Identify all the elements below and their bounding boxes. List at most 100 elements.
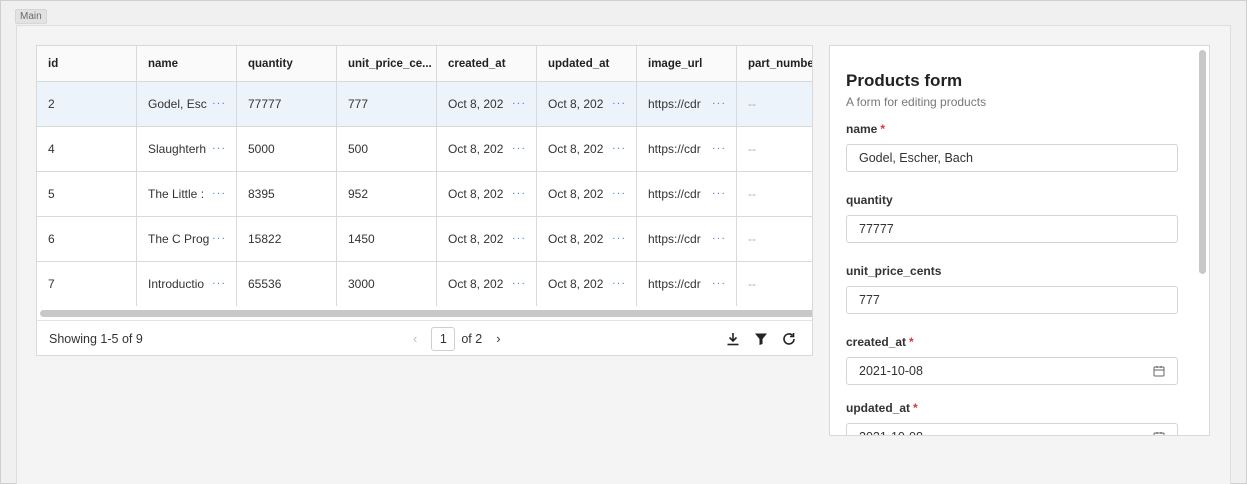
cell-name: The C Prog ··· bbox=[137, 217, 237, 262]
filter-icon[interactable] bbox=[753, 331, 769, 347]
cell-id: 2 bbox=[37, 82, 137, 127]
more-icon[interactable]: ··· bbox=[712, 142, 726, 154]
field-label-quantity: quantity bbox=[846, 193, 893, 207]
cell-text: -- bbox=[748, 232, 756, 246]
more-icon[interactable]: ··· bbox=[712, 187, 726, 199]
table-row[interactable]: 2 Godel, Esc ··· 77777 777 Oct 8, 202 ··· … bbox=[37, 82, 812, 127]
more-icon[interactable]: ··· bbox=[512, 97, 526, 109]
table-row[interactable]: 6 The C Prog ··· 15822 1450 Oct 8, 202 ···… bbox=[37, 217, 812, 262]
table-row[interactable]: 4 Slaughterh ··· 5000 500 Oct 8, 202 ··· O… bbox=[37, 127, 812, 172]
calendar-icon[interactable] bbox=[1153, 431, 1165, 436]
cell-text: 7 bbox=[48, 277, 55, 291]
updated-at-date-input[interactable]: 2021-10-08 bbox=[846, 423, 1178, 436]
cell-text: 77777 bbox=[248, 97, 282, 111]
more-icon[interactable]: ··· bbox=[612, 277, 626, 289]
cell-unit-price: 777 bbox=[337, 82, 437, 127]
table-row[interactable]: 7 Introductio ··· 65536 3000 Oct 8, 202 ··… bbox=[37, 262, 812, 306]
vertical-scrollbar[interactable] bbox=[1199, 50, 1206, 274]
cell-text: Oct 8, 202 bbox=[448, 142, 504, 156]
more-icon[interactable]: ··· bbox=[712, 97, 726, 109]
cell-text: The Little : bbox=[148, 187, 205, 201]
chevron-left-icon[interactable]: ‹ bbox=[413, 331, 417, 346]
cell-name: The Little : ··· bbox=[137, 172, 237, 217]
calendar-icon[interactable] bbox=[1153, 365, 1165, 377]
cell-text: 500 bbox=[348, 142, 369, 156]
quantity-input[interactable]: 77777 bbox=[846, 215, 1178, 243]
cell-text: https://cdr bbox=[648, 232, 701, 246]
more-icon[interactable]: ··· bbox=[212, 187, 226, 199]
cell-text: -- bbox=[748, 187, 756, 201]
chevron-right-icon[interactable]: › bbox=[496, 331, 500, 346]
cell-id: 6 bbox=[37, 217, 137, 262]
cell-text: Oct 8, 202 bbox=[448, 277, 504, 291]
cell-unit-price: 1450 bbox=[337, 217, 437, 262]
name-input[interactable]: Godel, Escher, Bach bbox=[846, 144, 1178, 172]
cell-image-url: https://cdr ··· bbox=[637, 172, 737, 217]
column-header-unit-price[interactable]: unit_price_ce... bbox=[337, 46, 437, 82]
cell-image-url: https://cdr ··· bbox=[637, 127, 737, 172]
horizontal-scrollbar[interactable] bbox=[40, 310, 812, 317]
cell-created-at: Oct 8, 202 ··· bbox=[437, 127, 537, 172]
cell-updated-at: Oct 8, 202 ··· bbox=[537, 82, 637, 127]
field-label-created-at: created_at * bbox=[846, 335, 914, 349]
cell-text: -- bbox=[748, 142, 756, 156]
cell-id: 4 bbox=[37, 127, 137, 172]
cell-created-at: Oct 8, 202 ··· bbox=[437, 82, 537, 127]
required-marker: * bbox=[880, 122, 886, 136]
cell-text: 5000 bbox=[248, 142, 275, 156]
cell-part-number: -- bbox=[737, 217, 812, 262]
cell-text: Oct 8, 202 bbox=[548, 232, 604, 246]
more-icon[interactable]: ··· bbox=[212, 97, 226, 109]
input-value: 777 bbox=[859, 293, 880, 307]
cell-text: 4 bbox=[48, 142, 55, 156]
input-value: Godel, Escher, Bach bbox=[859, 151, 973, 165]
created-at-date-input[interactable]: 2021-10-08 bbox=[846, 357, 1178, 385]
cell-text: Oct 8, 202 bbox=[448, 187, 504, 201]
more-icon[interactable]: ··· bbox=[712, 232, 726, 244]
cell-text: https://cdr bbox=[648, 142, 701, 156]
column-header-id[interactable]: id bbox=[37, 46, 137, 82]
label-text: name bbox=[846, 122, 878, 136]
unit-price-input[interactable]: 777 bbox=[846, 286, 1178, 314]
more-icon[interactable]: ··· bbox=[612, 187, 626, 199]
more-icon[interactable]: ··· bbox=[512, 187, 526, 199]
more-icon[interactable]: ··· bbox=[612, 232, 626, 244]
more-icon[interactable]: ··· bbox=[612, 142, 626, 154]
download-icon[interactable] bbox=[725, 331, 741, 347]
cell-quantity: 65536 bbox=[237, 262, 337, 306]
cell-text: Introductio bbox=[148, 277, 205, 291]
more-icon[interactable]: ··· bbox=[612, 97, 626, 109]
column-header-name[interactable]: name bbox=[137, 46, 237, 82]
column-header-created-at[interactable]: created_at bbox=[437, 46, 537, 82]
cell-unit-price: 952 bbox=[337, 172, 437, 217]
main-tag: Main bbox=[15, 9, 47, 24]
more-icon[interactable]: ··· bbox=[712, 277, 726, 289]
cell-image-url: https://cdr ··· bbox=[637, 82, 737, 127]
more-icon[interactable]: ··· bbox=[512, 232, 526, 244]
cell-quantity: 5000 bbox=[237, 127, 337, 172]
app-frame: Main id name quantity unit_price_ce... c… bbox=[0, 0, 1247, 484]
cell-text: Godel, Esc bbox=[148, 97, 207, 111]
form-subtitle: A form for editing products bbox=[846, 95, 987, 109]
cell-text: Oct 8, 202 bbox=[548, 277, 604, 291]
more-icon[interactable]: ··· bbox=[212, 142, 226, 154]
cell-text: -- bbox=[748, 277, 756, 291]
column-header-updated-at[interactable]: updated_at bbox=[537, 46, 637, 82]
refresh-icon[interactable] bbox=[781, 331, 797, 347]
cell-quantity: 15822 bbox=[237, 217, 337, 262]
more-icon[interactable]: ··· bbox=[512, 142, 526, 154]
input-value: 2021-10-08 bbox=[859, 430, 923, 435]
more-icon[interactable]: ··· bbox=[512, 277, 526, 289]
table-row[interactable]: 5 The Little : ··· 8395 952 Oct 8, 202 ···… bbox=[37, 172, 812, 217]
more-icon[interactable]: ··· bbox=[212, 277, 226, 289]
column-header-part-number[interactable]: part_numbe bbox=[737, 46, 812, 82]
field-label-updated-at: updated_at * bbox=[846, 401, 918, 415]
cell-text: 6 bbox=[48, 232, 55, 246]
column-header-image-url[interactable]: image_url bbox=[637, 46, 737, 82]
cell-text: Oct 8, 202 bbox=[548, 187, 604, 201]
cell-text: 1450 bbox=[348, 232, 375, 246]
more-icon[interactable]: ··· bbox=[212, 232, 226, 244]
page-input[interactable] bbox=[431, 326, 456, 351]
column-header-quantity[interactable]: quantity bbox=[237, 46, 337, 82]
cell-created-at: Oct 8, 202 ··· bbox=[437, 217, 537, 262]
